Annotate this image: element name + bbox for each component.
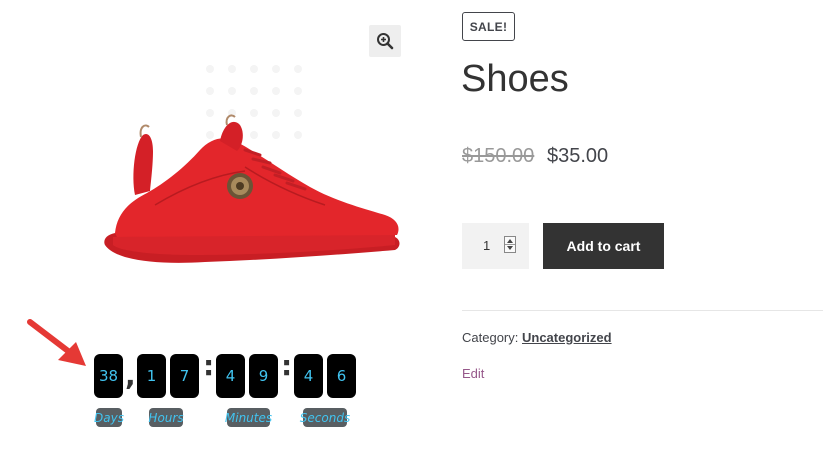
product-image[interactable] [95, 55, 415, 275]
category-link[interactable]: Uncategorized [522, 330, 612, 345]
product-category: Category: Uncategorized [462, 330, 612, 345]
countdown-minutes-tens: 4 [216, 354, 245, 398]
product-title: Shoes [461, 58, 569, 100]
sale-price: $35.00 [547, 145, 609, 167]
add-to-cart-button[interactable]: Add to cart [543, 223, 664, 269]
old-price: $150.00 [462, 145, 535, 167]
countdown-label-days: Days [94, 408, 124, 427]
countdown-label-seconds: Seconds [300, 408, 350, 427]
sale-badge: SALE! [462, 12, 515, 41]
category-label: Category: [462, 330, 519, 345]
zoom-button[interactable] [369, 25, 401, 57]
countdown-hours-tens: 1 [137, 354, 166, 398]
zoom-in-icon [377, 33, 394, 50]
countdown-days: 38 [94, 354, 123, 398]
countdown-seconds-tens: 4 [294, 354, 323, 398]
quantity-field[interactable] [462, 223, 529, 269]
red-arrow-icon [27, 319, 86, 366]
countdown-label-hours: Hours [148, 408, 184, 427]
edit-link[interactable]: Edit [462, 366, 484, 381]
countdown-separator: , [125, 359, 136, 392]
countdown-seconds-ones: 6 [327, 354, 356, 398]
countdown-separator: : [281, 349, 293, 382]
divider [462, 310, 823, 311]
quantity-value[interactable]: 1 [483, 238, 490, 253]
countdown-minutes-ones: 9 [249, 354, 278, 398]
countdown-label-minutes: Minutes [225, 408, 272, 427]
quantity-stepper[interactable] [504, 236, 516, 253]
countdown-hours-ones: 7 [170, 354, 199, 398]
countdown-separator: : [203, 349, 215, 382]
